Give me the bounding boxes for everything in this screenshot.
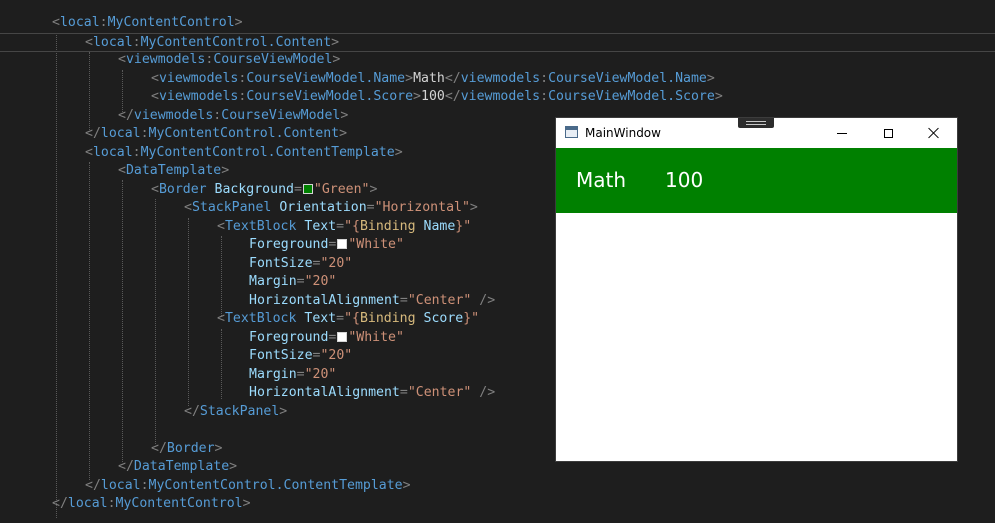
tag-prefix: viewmodels	[133, 108, 214, 123]
minimize-button[interactable]	[819, 118, 865, 148]
attribute-value: "Center"	[407, 293, 472, 308]
code-line-current[interactable]: <local:MyContentControl.Content>	[0, 33, 995, 52]
tag-name: CourseViewModel	[221, 108, 341, 123]
window-title: MainWindow	[585, 126, 661, 140]
attribute-value: "{	[344, 311, 360, 326]
tag-prefix: local	[67, 496, 108, 511]
tag-name: CourseViewModel.Score	[548, 89, 715, 104]
tag-prefix: viewmodels	[460, 71, 541, 86]
attribute-value: "20"	[320, 256, 353, 271]
attribute-value: "20"	[320, 348, 353, 363]
attribute-value: "White"	[348, 330, 404, 345]
tag-name: MyContentControl	[115, 496, 243, 511]
tag-name: CourseViewModel.Score	[246, 89, 414, 104]
tag-name: CourseViewModel.Name	[548, 71, 707, 86]
code-line[interactable]: <viewmodels:CourseViewModel>	[118, 51, 995, 70]
attribute-value: }"	[455, 219, 472, 234]
binding-path: Score	[415, 311, 464, 326]
tag-prefix: local	[100, 478, 141, 493]
tag-prefix: viewmodels	[158, 71, 239, 86]
attribute-name: FontSize	[249, 256, 313, 271]
green-border-content: Math 100	[556, 148, 957, 213]
tag-name: DataTemplate	[133, 459, 230, 474]
tag-name: MyContentControl.ContentTemplate	[148, 478, 403, 493]
close-button[interactable]	[911, 118, 957, 148]
indent-guide	[56, 33, 57, 518]
tag-prefix: local	[92, 145, 133, 160]
binding-keyword: Binding	[359, 311, 416, 326]
attribute-value: "20"	[304, 274, 337, 289]
indent-guide	[122, 180, 123, 462]
tag-name: CourseViewModel	[213, 52, 333, 67]
indent-guide	[122, 70, 123, 112]
attribute-name: HorizontalAlignment	[249, 293, 400, 308]
attribute-name: Margin	[249, 367, 297, 382]
attribute-value: "Center"	[407, 385, 472, 400]
code-line[interactable]: </local:MyContentControl.ContentTemplate…	[85, 477, 995, 496]
indent-guide	[188, 218, 189, 406]
drag-handle-icon[interactable]	[738, 118, 774, 128]
binding-keyword: Binding	[359, 219, 416, 234]
white-color-swatch[interactable]	[337, 239, 348, 249]
tag-name: Border	[166, 441, 215, 456]
indent-guide	[89, 52, 90, 130]
element-text: 100	[421, 89, 445, 104]
attribute-name: Text	[304, 311, 337, 326]
indent-guide	[221, 236, 222, 316]
tag-name: StackPanel	[199, 404, 280, 419]
attribute-value: }"	[463, 311, 480, 326]
code-line[interactable]: <local:MyContentControl>	[52, 14, 995, 33]
attribute-name: FontSize	[249, 348, 313, 363]
maximize-icon	[883, 128, 893, 138]
tag-prefix: local	[92, 35, 133, 50]
tag-prefix: viewmodels	[460, 89, 541, 104]
tag-prefix: local	[59, 15, 100, 30]
white-color-swatch[interactable]	[337, 332, 348, 342]
green-color-swatch[interactable]	[302, 184, 313, 194]
attribute-name: Text	[304, 219, 337, 234]
tag-name: Border	[158, 182, 207, 197]
indent-guide	[89, 162, 90, 480]
attribute-name: Margin	[249, 274, 297, 289]
tag-name: DataTemplate	[125, 163, 222, 178]
tag-prefix: viewmodels	[125, 52, 206, 67]
close-icon	[928, 127, 940, 139]
tag-name: MyContentControl.Content	[148, 126, 340, 141]
attribute-name: Background	[214, 182, 294, 197]
indent-guide	[155, 199, 156, 444]
attribute-value: "Green"	[313, 182, 370, 197]
main-window[interactable]: MainWindow Math 100	[556, 118, 957, 461]
attribute-name: Foreground	[249, 330, 329, 345]
window-titlebar[interactable]: MainWindow	[556, 118, 957, 148]
code-line[interactable]: </local:MyContentControl>	[52, 495, 995, 514]
tag-name: MyContentControl	[107, 15, 235, 30]
tag-name: TextBlock	[224, 219, 297, 234]
attribute-value: "{	[344, 219, 360, 234]
tag-name: StackPanel	[191, 200, 272, 215]
attribute-name: Orientation	[279, 200, 367, 215]
maximize-button[interactable]	[865, 118, 911, 148]
code-line[interactable]: <viewmodels:CourseViewModel.Name>Math</v…	[151, 70, 995, 89]
app-window-icon	[565, 126, 578, 138]
tag-name: TextBlock	[224, 311, 297, 326]
attribute-value: "White"	[348, 237, 404, 252]
attribute-value: "20"	[304, 367, 337, 382]
minimize-icon	[837, 132, 847, 134]
attribute-name: Foreground	[249, 237, 329, 252]
course-score-text: 100	[665, 168, 704, 192]
course-name-text: Math	[576, 168, 627, 192]
binding-path: Name	[415, 219, 456, 234]
code-line[interactable]: <viewmodels:CourseViewModel.Score>100</v…	[151, 88, 995, 107]
element-text: Math	[413, 71, 445, 86]
attribute-name: HorizontalAlignment	[249, 385, 400, 400]
tag-name: MyContentControl.ContentTemplate	[140, 145, 395, 160]
tag-prefix: local	[100, 126, 141, 141]
attribute-value: "Horizontal"	[374, 200, 470, 215]
tag-name: CourseViewModel.Name	[246, 71, 406, 86]
indent-guide	[221, 329, 222, 399]
tag-prefix: viewmodels	[158, 89, 239, 104]
tag-name: MyContentControl.Content	[140, 35, 332, 50]
